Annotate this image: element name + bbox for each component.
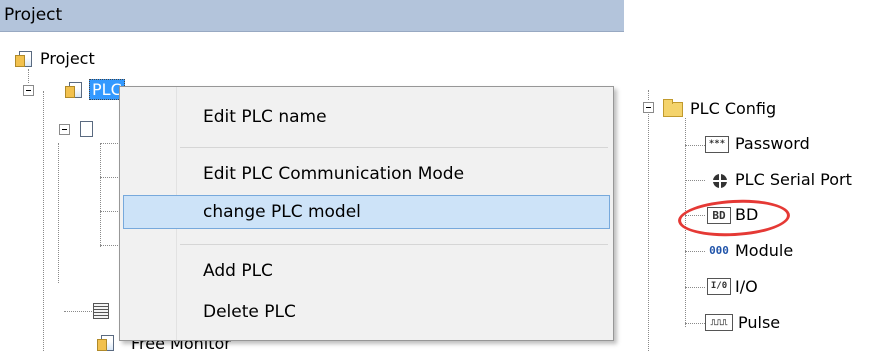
tree-connector bbox=[43, 91, 44, 351]
tree-connector bbox=[100, 177, 118, 178]
free-monitor-icon bbox=[97, 335, 114, 351]
menu-item-edit-plc-communication-mode[interactable]: Edit PLC Communication Mode bbox=[123, 157, 610, 191]
pulse-icon: ⎍⎍⎍ bbox=[705, 314, 733, 331]
tree-connector bbox=[685, 145, 705, 146]
collapse-toggle[interactable] bbox=[23, 85, 34, 96]
menu-item-delete-plc[interactable]: Delete PLC bbox=[123, 295, 610, 329]
module-icon: 000 bbox=[707, 243, 731, 260]
password-icon: *** bbox=[705, 136, 729, 153]
document-icon bbox=[80, 121, 93, 137]
folder-icon bbox=[663, 99, 683, 117]
tree-connector bbox=[28, 69, 29, 83]
tree-connector bbox=[685, 287, 705, 288]
serial-port-icon bbox=[713, 174, 727, 188]
tree-item-password[interactable]: Password bbox=[735, 134, 810, 154]
io-icon: I/0 bbox=[707, 278, 731, 295]
tree-item-io[interactable]: I/O bbox=[735, 277, 758, 297]
context-menu: Edit PLC name Edit PLC Communication Mod… bbox=[119, 86, 614, 341]
tree-connector bbox=[100, 143, 101, 247]
tree-item-project[interactable]: Project bbox=[40, 49, 95, 69]
tree-item-module[interactable]: Module bbox=[735, 241, 793, 261]
tree-connector bbox=[685, 251, 705, 252]
tree-connector bbox=[100, 245, 118, 246]
tree-connector bbox=[58, 143, 59, 283]
tree-connector bbox=[648, 90, 649, 100]
menu-item-edit-plc-name[interactable]: Edit PLC name bbox=[123, 100, 610, 134]
plc-icon bbox=[65, 82, 82, 98]
collapse-toggle[interactable] bbox=[643, 102, 654, 113]
tree-item-pulse[interactable]: Pulse bbox=[738, 313, 780, 333]
monitor-list-icon bbox=[93, 303, 109, 319]
menu-item-add-plc[interactable]: Add PLC bbox=[123, 254, 610, 288]
project-icon bbox=[15, 51, 32, 67]
menu-separator bbox=[180, 147, 608, 148]
tree-item-plc-config[interactable]: PLC Config bbox=[690, 99, 776, 119]
tree-connector bbox=[64, 311, 92, 312]
tree-connector bbox=[685, 323, 705, 324]
menu-item-change-plc-model[interactable]: change PLC model bbox=[123, 195, 610, 229]
project-panel-header: Project bbox=[0, 0, 624, 32]
tree-item-plc-serial-port[interactable]: PLC Serial Port bbox=[735, 170, 852, 190]
tree-connector bbox=[100, 211, 118, 212]
tree-connector bbox=[648, 114, 649, 351]
menu-separator bbox=[180, 244, 608, 245]
tree-connector bbox=[100, 143, 118, 144]
collapse-toggle[interactable] bbox=[59, 124, 70, 135]
tree-connector bbox=[685, 180, 705, 181]
